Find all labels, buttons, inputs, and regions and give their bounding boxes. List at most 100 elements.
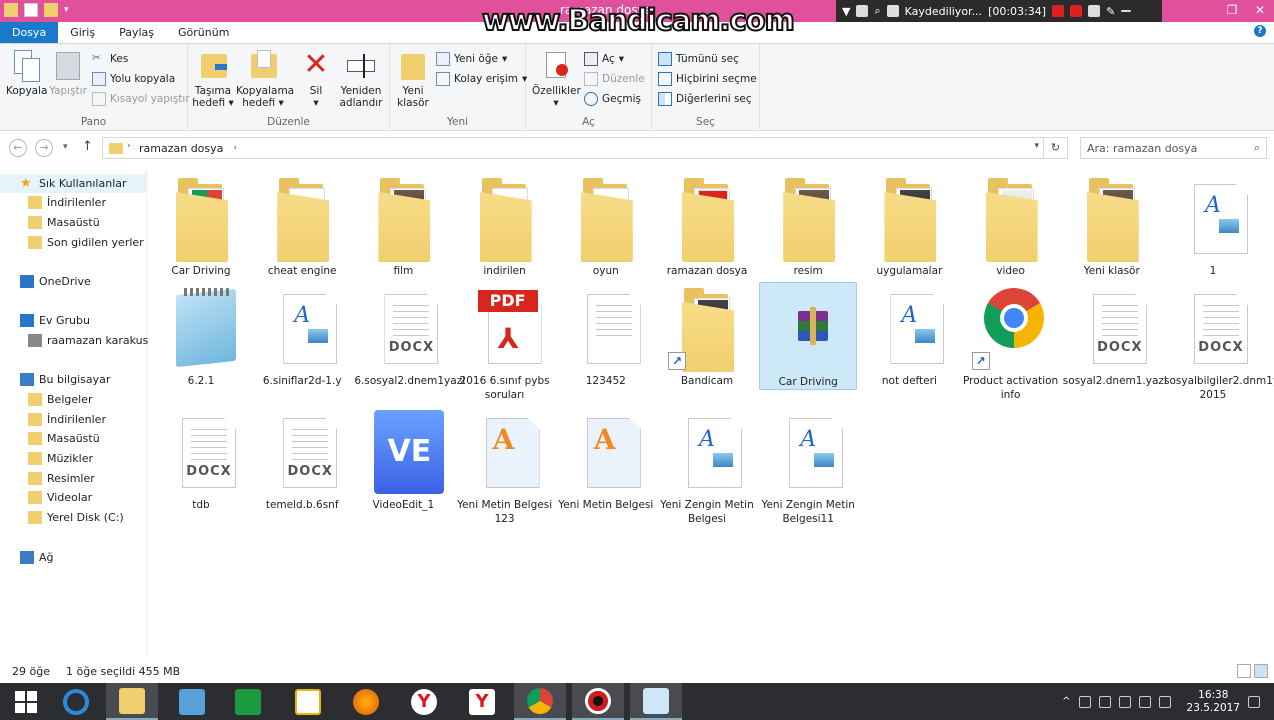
taskbar-yandex-2[interactable]: Y bbox=[456, 683, 508, 720]
nav-item[interactable]: Yerel Disk (C:) bbox=[0, 508, 124, 527]
chevron-right-icon[interactable]: › bbox=[233, 143, 237, 153]
details-view-button[interactable] bbox=[1237, 664, 1251, 678]
file-item[interactable]: A1 bbox=[1164, 172, 1262, 280]
keyboard-icon[interactable] bbox=[1158, 695, 1171, 708]
folder-item[interactable]: indirilen bbox=[456, 172, 554, 280]
tab-gorunum[interactable]: Görünüm bbox=[166, 22, 241, 43]
notifications-icon[interactable] bbox=[1248, 695, 1260, 708]
file-item[interactable]: DOCX temeld.b.6snf bbox=[253, 406, 351, 514]
nav-item[interactable]: Ağ bbox=[0, 548, 54, 567]
nav-item[interactable]: Ev Grubu bbox=[0, 311, 90, 330]
folder-item[interactable]: ramazan dosya bbox=[658, 172, 756, 280]
taskbar-store[interactable] bbox=[222, 683, 274, 720]
up-button[interactable]: ↑ bbox=[82, 139, 93, 154]
copy-button[interactable]: Kopyala bbox=[6, 48, 47, 97]
help-icon[interactable]: ? bbox=[1254, 25, 1266, 37]
folder-item[interactable]: ↗ Bandicam bbox=[658, 282, 756, 390]
minimize-icon[interactable] bbox=[1121, 10, 1132, 12]
file-item[interactable]: Anot defteri bbox=[860, 282, 958, 390]
select-none-button[interactable]: Hiçbirini seçme bbox=[658, 72, 757, 86]
taskbar-yandex[interactable]: Y bbox=[398, 683, 450, 720]
file-item[interactable]: A Yeni Metin Belgesi 123 bbox=[456, 406, 554, 525]
tab-giris[interactable]: Giriş bbox=[58, 22, 107, 43]
nav-item[interactable]: İndirilenler bbox=[0, 410, 106, 429]
paste-button[interactable]: Yapıştır bbox=[48, 48, 88, 97]
file-item[interactable]: A 6.siniflar2d-1.y bbox=[253, 282, 351, 390]
clock[interactable]: 16:38 23.5.2017 bbox=[1187, 689, 1240, 715]
nav-item[interactable]: Resimler bbox=[0, 469, 95, 488]
folder-item[interactable]: Yeni klasör bbox=[1063, 172, 1161, 280]
nav-item[interactable]: İndirilenler bbox=[0, 193, 106, 212]
nav-item[interactable]: Masaüstü bbox=[0, 429, 100, 448]
refresh-button[interactable]: ↻ bbox=[1044, 137, 1068, 159]
file-item[interactable]: DOCX tdb bbox=[152, 406, 250, 514]
large-icons-view-button[interactable] bbox=[1254, 664, 1268, 678]
nav-item[interactable]: OneDrive bbox=[0, 272, 91, 291]
chevron-down-icon[interactable]: ▾ bbox=[64, 5, 69, 15]
search-icon[interactable]: ⌕ bbox=[1254, 141, 1260, 155]
taskbar-wordpad[interactable] bbox=[630, 683, 682, 720]
paste-shortcut-button[interactable]: Kısayol yapıştır bbox=[92, 92, 190, 106]
pause-icon[interactable] bbox=[1052, 5, 1065, 17]
move-to-button[interactable]: Taşıma hedefi ▾ bbox=[192, 48, 234, 109]
cut-button[interactable]: ✂ Kes bbox=[92, 52, 128, 66]
chevron-up-icon[interactable]: ^ bbox=[1062, 696, 1070, 707]
taskbar-ie[interactable] bbox=[50, 683, 102, 720]
pen-icon[interactable]: ✎ bbox=[1106, 5, 1115, 18]
tab-dosya[interactable]: Dosya bbox=[0, 22, 59, 43]
invert-selection-button[interactable]: Diğerlerini seç bbox=[658, 92, 752, 106]
rename-button[interactable]: Yeniden adlandır bbox=[338, 48, 384, 109]
file-item[interactable]: A Yeni Zengin Metin Belgesi11 bbox=[759, 406, 857, 525]
nav-item[interactable]: Belgeler bbox=[0, 390, 92, 409]
select-all-button[interactable]: Tümünü seç bbox=[658, 52, 739, 66]
folder-item[interactable]: uygulamalar bbox=[860, 172, 958, 280]
copy-to-button[interactable]: Kopyalama hedefi ▾ bbox=[236, 48, 294, 109]
nav-item[interactable]: Videolar bbox=[0, 488, 92, 507]
recent-locations-icon[interactable]: ▾ bbox=[63, 142, 68, 152]
new-folder-icon[interactable] bbox=[44, 3, 58, 17]
screen-icon[interactable] bbox=[886, 5, 899, 17]
close-button[interactable]: ✕ bbox=[1246, 0, 1274, 22]
taskbar-firefox[interactable] bbox=[340, 683, 392, 720]
taskbar-tasks[interactable] bbox=[282, 683, 334, 720]
chevron-right-icon[interactable]: › bbox=[127, 141, 131, 151]
chevron-down-icon[interactable]: ▾ bbox=[1034, 141, 1039, 151]
volume-icon[interactable] bbox=[1138, 695, 1151, 708]
properties-icon[interactable] bbox=[24, 3, 38, 17]
start-button[interactable] bbox=[0, 683, 52, 720]
camera-icon[interactable] bbox=[1088, 5, 1101, 17]
nav-item[interactable]: Son gidilen yerler bbox=[0, 233, 144, 252]
address-input[interactable]: › ramazan dosya › ▾ bbox=[102, 137, 1044, 159]
window-icon[interactable] bbox=[856, 5, 869, 17]
flag-icon[interactable] bbox=[1078, 695, 1091, 708]
new-folder-button[interactable]: Yeni klasör bbox=[394, 48, 432, 109]
forward-button[interactable]: → bbox=[35, 139, 53, 157]
file-item[interactable]: PDF ⅄ 2016 6.sınıf pybs soruları bbox=[456, 282, 554, 401]
folder-item[interactable]: cheat engine bbox=[253, 172, 351, 280]
file-item[interactable]: VE VideoEdit_1 bbox=[354, 406, 452, 514]
back-button[interactable]: ← bbox=[9, 139, 27, 157]
file-item[interactable]: 6.2.1 bbox=[152, 282, 250, 390]
taskbar-chrome[interactable] bbox=[514, 683, 566, 720]
properties-button[interactable]: Özellikler ▾ bbox=[532, 48, 581, 109]
delete-button[interactable]: ✕ Sil ▾ bbox=[298, 48, 334, 110]
copy-path-button[interactable]: Yolu kopyala bbox=[92, 72, 175, 86]
taskbar-control-panel[interactable] bbox=[166, 683, 218, 720]
edit-button[interactable]: Düzenle bbox=[584, 72, 645, 86]
network-icon[interactable] bbox=[1118, 695, 1131, 708]
battery-icon[interactable] bbox=[1098, 695, 1111, 708]
search-input[interactable]: Ara: ramazan dosya ⌕ bbox=[1080, 137, 1267, 159]
file-item[interactable]: 123452 bbox=[557, 282, 655, 390]
folder-item[interactable]: oyun bbox=[557, 172, 655, 280]
search-icon[interactable]: ⌕ bbox=[874, 4, 880, 18]
file-item[interactable]: ↗ Product activation info bbox=[962, 282, 1060, 401]
taskbar-bandicam[interactable] bbox=[572, 683, 624, 720]
file-item[interactable]: A Yeni Metin Belgesi bbox=[557, 406, 655, 514]
restore-button[interactable]: ❐ bbox=[1218, 0, 1246, 22]
folder-item[interactable]: film bbox=[354, 172, 452, 280]
open-button[interactable]: Aç ▾ bbox=[584, 52, 624, 66]
stop-icon[interactable] bbox=[1070, 5, 1083, 17]
new-item-button[interactable]: Yeni öğe ▾ bbox=[436, 52, 507, 66]
taskbar-explorer[interactable] bbox=[106, 683, 158, 720]
file-item[interactable]: A Yeni Zengin Metin Belgesi bbox=[658, 406, 756, 525]
